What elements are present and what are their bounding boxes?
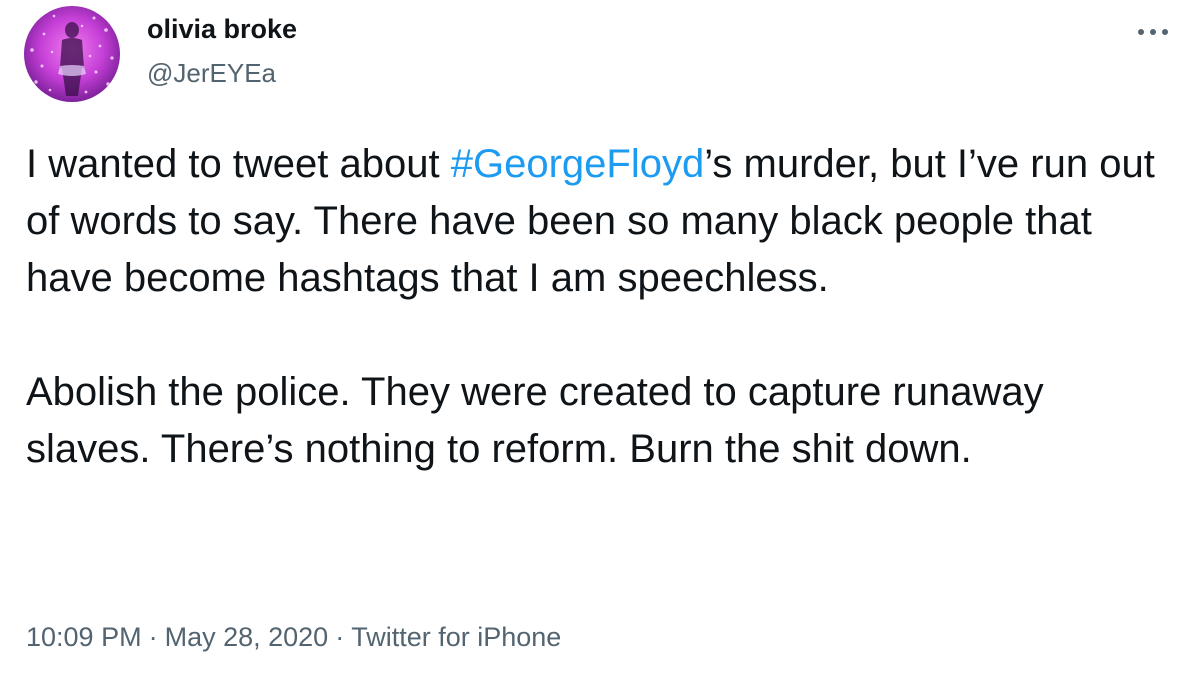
tweet-date[interactable]: May 28, 2020 (165, 622, 329, 652)
avatar-image (24, 6, 120, 102)
hashtag-link[interactable]: #GeorgeFloyd (451, 142, 704, 186)
display-name[interactable]: olivia broke (147, 14, 297, 45)
user-handle[interactable]: @JerEYEa (147, 58, 276, 89)
more-horizontal-icon[interactable] (1132, 18, 1176, 46)
avatar[interactable] (24, 6, 120, 102)
tweet-text: I wanted to tweet about #GeorgeFloyd’s m… (26, 136, 1166, 478)
tweet-time[interactable]: 10:09 PM (26, 622, 142, 652)
more-dot (1162, 29, 1168, 35)
more-dot (1138, 29, 1144, 35)
tweet-card: olivia broke @JerEYEa I wanted to tweet … (0, 0, 1200, 675)
tweet-paragraph-2: Abolish the police. They were created to… (26, 370, 1044, 471)
tweet-meta: 10:09 PM · May 28, 2020 · Twitter for iPhone (26, 622, 561, 653)
tweet-text-segment: I wanted to tweet about (26, 142, 451, 186)
tweet-source[interactable]: Twitter for iPhone (351, 622, 561, 652)
meta-separator: · (335, 622, 345, 652)
meta-separator: · (148, 622, 158, 652)
tweet-paragraph-1: I wanted to tweet about #GeorgeFloyd’s m… (26, 136, 1166, 307)
more-dot (1150, 29, 1156, 35)
